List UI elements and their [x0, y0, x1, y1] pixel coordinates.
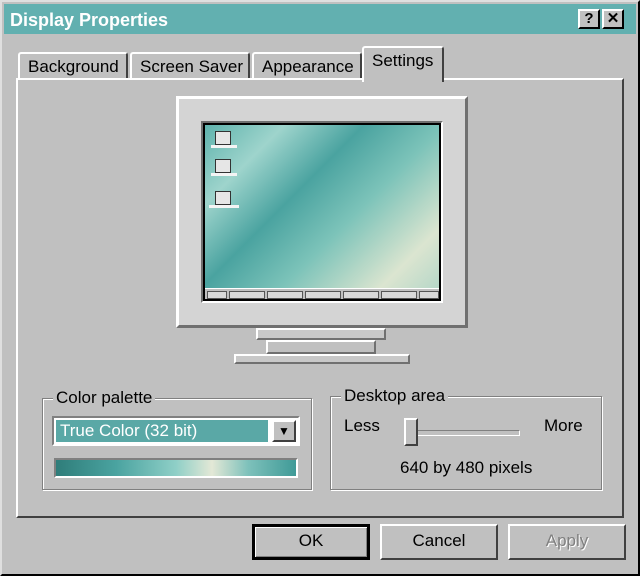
apply-label: Apply [545, 531, 589, 550]
recycle-bin-icon [215, 191, 231, 205]
less-label: Less [344, 416, 380, 435]
ok-button[interactable]: OK [252, 524, 370, 560]
tray-clock-preview [419, 291, 439, 299]
monitor-screen [201, 121, 443, 303]
resolution-slider-track[interactable] [410, 430, 520, 436]
desktop-icon-label [209, 205, 239, 208]
tab-appearance[interactable]: Appearance [252, 52, 362, 80]
desktop-wallpaper-preview [205, 125, 439, 289]
preview-taskbar [205, 288, 439, 299]
dropdown-arrow-button[interactable]: ▼ [272, 420, 296, 442]
network-neighborhood-icon [215, 159, 231, 173]
taskbar-item-preview [305, 291, 341, 299]
tab-label: Settings [372, 51, 434, 70]
cancel-label: Cancel [412, 531, 466, 550]
start-button-preview [207, 291, 227, 299]
tab-background[interactable]: Background [18, 52, 128, 80]
help-button[interactable]: ? [578, 9, 600, 29]
monitor-base [234, 354, 410, 364]
color-palette-selected: True Color (32 bit) [56, 420, 268, 442]
ok-label: OK [298, 531, 324, 550]
tab-label: Background [28, 57, 119, 76]
desktop-area-label: Desktop area [341, 386, 449, 406]
monitor-neck [256, 328, 386, 340]
window-title: Display Properties [10, 10, 169, 30]
tab-settings[interactable]: Settings [362, 46, 444, 82]
close-icon: ✕ [606, 10, 620, 27]
desktop-icon-label [211, 145, 237, 148]
resolution-slider-thumb[interactable] [404, 418, 418, 446]
monitor-stand [266, 340, 376, 354]
close-button[interactable]: ✕ [602, 9, 624, 29]
taskbar-item-preview [267, 291, 303, 299]
desktop-icon-label [211, 173, 237, 176]
color-palette-preview [54, 458, 298, 478]
display-properties-window: Display Properties ? ✕ Background Screen… [0, 0, 640, 576]
tab-screen-saver[interactable]: Screen Saver [130, 52, 250, 80]
tab-strip: Background Screen Saver Appearance Setti… [18, 46, 618, 82]
tab-label: Screen Saver [140, 57, 243, 76]
taskbar-item-preview [381, 291, 417, 299]
title-bar[interactable]: Display Properties ? ✕ [4, 4, 636, 34]
color-palette-label: Color palette [53, 388, 156, 408]
my-computer-icon [215, 131, 231, 145]
more-label: More [544, 416, 583, 435]
help-icon: ? [584, 10, 594, 27]
color-palette-dropdown[interactable]: True Color (32 bit) ▼ [52, 416, 300, 446]
resolution-text: 640 by 480 pixels [400, 458, 533, 477]
monitor-preview [176, 96, 468, 328]
cancel-button[interactable]: Cancel [380, 524, 498, 560]
taskbar-item-preview [343, 291, 379, 299]
apply-button[interactable]: Apply [508, 524, 626, 560]
chevron-down-icon: ▼ [278, 424, 290, 438]
tab-label: Appearance [262, 57, 354, 76]
taskbar-item-preview [229, 291, 265, 299]
